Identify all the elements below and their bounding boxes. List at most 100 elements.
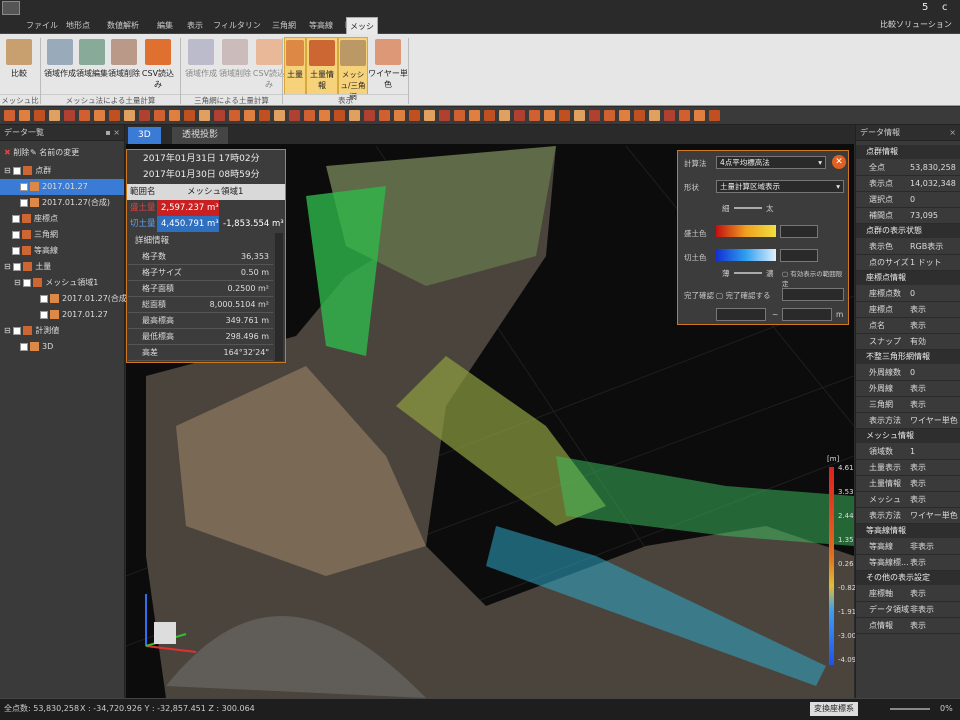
toolbar-tool-icon[interactable]: [184, 110, 195, 121]
volume-info-toggle-button[interactable]: 土量情報: [306, 37, 338, 95]
checkbox[interactable]: [20, 198, 28, 207]
toolbar-tool-icon[interactable]: [589, 110, 600, 121]
cut-range-input[interactable]: [780, 249, 818, 262]
checkbox[interactable]: [12, 246, 20, 255]
checkbox[interactable]: [40, 310, 48, 319]
tri-area-create-button[interactable]: 領域作成: [184, 37, 218, 95]
checkbox[interactable]: [20, 342, 28, 351]
cut-color-ramp[interactable]: [716, 249, 776, 261]
toolbar-tool-icon[interactable]: [289, 110, 300, 121]
toolbar-tool-icon[interactable]: [439, 110, 450, 121]
toolbar-tool-icon[interactable]: [259, 110, 270, 121]
details-header[interactable]: 詳細情報: [127, 233, 285, 249]
width-slider[interactable]: [734, 207, 762, 209]
toolbar-tool-icon[interactable]: [544, 110, 555, 121]
checkbox[interactable]: [40, 294, 48, 303]
mesh-area-edit-button[interactable]: 領域編集: [76, 37, 108, 95]
checkbox[interactable]: [13, 262, 22, 271]
toolbar-tool-icon[interactable]: [139, 110, 150, 121]
checkbox[interactable]: [12, 230, 20, 239]
tab-file[interactable]: ファイル: [26, 17, 58, 34]
tab-edit[interactable]: 編集: [152, 17, 178, 34]
toolbar-tool-icon[interactable]: [34, 110, 45, 121]
toolbar-tool-icon[interactable]: [619, 110, 630, 121]
toolbar-tool-icon[interactable]: [679, 110, 690, 121]
restore-icon[interactable]: c: [942, 2, 948, 13]
section-header[interactable]: 等高線情報: [856, 524, 960, 538]
done-checkbox[interactable]: ▢ 完了確認する: [716, 290, 770, 301]
range-min-input[interactable]: [716, 308, 766, 321]
section-header[interactable]: 座標点情報: [856, 271, 960, 285]
checkbox[interactable]: [13, 166, 22, 175]
toolbar-tool-icon[interactable]: [169, 110, 180, 121]
close-icon[interactable]: ✕: [832, 155, 846, 169]
mesh-csv-import-button[interactable]: CSV読込み: [140, 37, 176, 95]
toolbar-tool-icon[interactable]: [469, 110, 480, 121]
section-header[interactable]: その他の表示設定: [856, 571, 960, 585]
tri-csv-import-button[interactable]: CSV読込み: [252, 37, 286, 95]
toolbar-tool-icon[interactable]: [19, 110, 30, 121]
compare-solution-link[interactable]: 比較ソリューション: [880, 19, 952, 30]
toolbar-tool-icon[interactable]: [229, 110, 240, 121]
app-icon[interactable]: [2, 1, 20, 15]
toolbar-tool-icon[interactable]: [64, 110, 75, 121]
tree-item-mesh-area1[interactable]: ⊟ メッシュ領域1: [0, 275, 124, 291]
checkbox[interactable]: [13, 326, 22, 335]
tab-filtering[interactable]: フィルタリング: [212, 17, 262, 47]
toolbar-tool-icon[interactable]: [304, 110, 315, 121]
range-max-input[interactable]: [782, 308, 832, 321]
toolbar-tool-icon[interactable]: [694, 110, 705, 121]
toolbar-tool-icon[interactable]: [409, 110, 420, 121]
pin-icon[interactable]: ▪ ×: [105, 125, 120, 141]
toolbar-tool-icon[interactable]: [244, 110, 255, 121]
details-scrollbar[interactable]: [275, 233, 283, 361]
toolbar-tool-icon[interactable]: [499, 110, 510, 121]
toolbar-tool-icon[interactable]: [574, 110, 585, 121]
section-header[interactable]: メッシュ情報: [856, 429, 960, 443]
mesh-area-delete-button[interactable]: 領域削除: [108, 37, 140, 95]
tree-item-contour[interactable]: 等高線: [0, 243, 124, 259]
zoom-slider[interactable]: [890, 708, 930, 710]
volume-toggle-button[interactable]: 土量: [284, 37, 306, 95]
toolbar-tool-icon[interactable]: [214, 110, 225, 121]
toolbar-tool-icon[interactable]: [634, 110, 645, 121]
wire-color-button[interactable]: ワイヤー単色: [368, 37, 408, 95]
section-header[interactable]: 点群の表示状態: [856, 224, 960, 238]
tree-item-mesh-merged[interactable]: 2017.01.27(合成): [0, 291, 130, 307]
toolbar-tool-icon[interactable]: [559, 110, 570, 121]
method-select[interactable]: 4点平均標高法 ▾: [716, 156, 826, 169]
minimize-icon[interactable]: 5: [922, 2, 928, 13]
close-icon[interactable]: ×: [949, 125, 956, 141]
toolbar-tool-icon[interactable]: [709, 110, 720, 121]
tab-perspective[interactable]: 透視投影: [172, 127, 229, 144]
tab-view[interactable]: 表示: [182, 17, 208, 34]
range-limit-checkbox[interactable]: ▢ 有効表示の範囲限定: [782, 268, 848, 288]
delete-button[interactable]: ✖ 削除: [4, 147, 29, 158]
section-header[interactable]: 点群情報: [856, 145, 960, 159]
toolbar-tool-icon[interactable]: [274, 110, 285, 121]
section-header[interactable]: 不整三角形網情報: [856, 350, 960, 364]
tab-mesh[interactable]: メッシュ: [346, 17, 378, 48]
toolbar-tool-icon[interactable]: [109, 110, 120, 121]
toolbar-tool-icon[interactable]: [124, 110, 135, 121]
tree-item-coordinate-points[interactable]: 座標点: [0, 211, 124, 227]
coordinate-mode-button[interactable]: 変換座標系: [810, 702, 858, 716]
tab-triangle[interactable]: 三角網: [266, 17, 302, 34]
tree-item-20170127[interactable]: 2017.01.27: [0, 179, 124, 195]
compare-button[interactable]: 比較: [4, 37, 34, 95]
toolbar-tool-icon[interactable]: [4, 110, 15, 121]
checkbox[interactable]: [20, 182, 28, 191]
tree-item-mesh-20170127[interactable]: 2017.01.27: [0, 307, 124, 323]
toolbar-tool-icon[interactable]: [649, 110, 660, 121]
toolbar-tool-icon[interactable]: [334, 110, 345, 121]
toolbar-tool-icon[interactable]: [664, 110, 675, 121]
tab-3d[interactable]: 3D: [128, 127, 161, 144]
toolbar-tool-icon[interactable]: [49, 110, 60, 121]
toolbar-tool-icon[interactable]: [79, 110, 90, 121]
tab-contour[interactable]: 等高線: [306, 17, 336, 34]
mesh-triangle-toggle-button[interactable]: メッシュ/三角網: [338, 37, 368, 101]
tri-area-delete-button[interactable]: 領域削除: [218, 37, 252, 95]
tree-item-volume[interactable]: ⊟ 土量: [0, 259, 124, 275]
toolbar-tool-icon[interactable]: [484, 110, 495, 121]
shape-select[interactable]: 土量計算区域表示 ▾: [716, 180, 844, 193]
